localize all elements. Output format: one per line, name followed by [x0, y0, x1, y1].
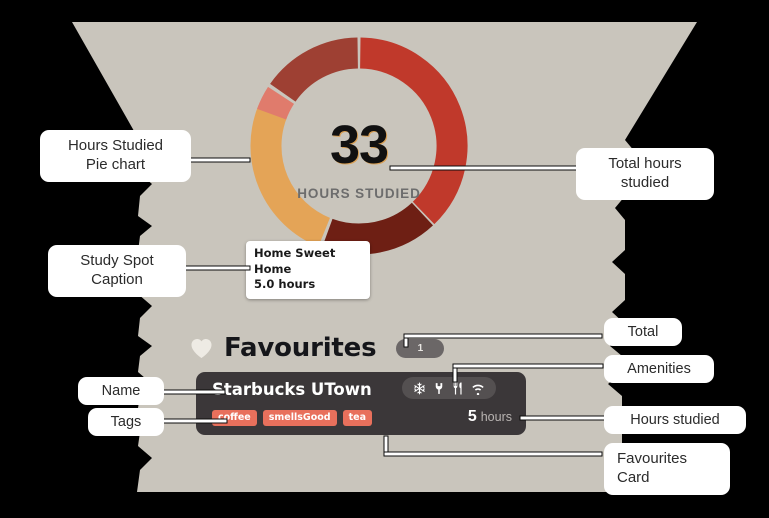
card-hours-studied: 5 hours [468, 408, 512, 426]
annotation-favourites-card: Favourites Card [604, 443, 730, 495]
tag-chip[interactable]: tea [342, 410, 372, 426]
favourite-name: Starbucks UTown [212, 380, 372, 399]
tag-chip[interactable]: coffee [212, 410, 257, 426]
wifi-icon [472, 384, 484, 395]
annotation-name: Name [78, 377, 164, 406]
favourites-header: Favourites 1 [190, 333, 445, 363]
favourites-total-badge[interactable]: 1 [396, 338, 445, 358]
donut-slice-1[interactable] [359, 37, 468, 225]
tags-list: coffee smellsGood tea [212, 410, 372, 426]
annotation-hours-studied: Hours studied [604, 406, 746, 435]
donut-slice-5[interactable] [270, 37, 359, 103]
annotation-hours-studied-pie-chart: Hours Studied Pie chart [40, 130, 191, 182]
annotation-amenities: Amenities [604, 355, 714, 384]
power-plug-icon [435, 382, 443, 394]
donut-slice-2[interactable] [321, 202, 433, 255]
favourites-card[interactable]: Starbucks UTown coffee smellsGood tea 5 … [196, 372, 526, 435]
study-spot-caption-tooltip: Home Sweet Home 5.0 hours [246, 241, 370, 299]
tooltip-spot-hours: 5.0 hours [254, 277, 316, 292]
donut-slice-4[interactable] [257, 86, 295, 120]
annotation-total: Total [604, 318, 682, 347]
tooltip-spot-name: Home Sweet Home [254, 246, 336, 276]
favourites-title: Favourites [224, 333, 377, 363]
annotated-screenshot: 33 HOURS STUDIED Home Sweet Home 5.0 hou… [0, 0, 769, 518]
snowflake-icon [414, 382, 425, 394]
annotation-total-hours-studied: Total hours studied [576, 148, 714, 200]
annotation-tags: Tags [88, 408, 164, 437]
amenities-pill[interactable] [402, 377, 496, 399]
hours-studied-donut-chart[interactable]: 33 HOURS STUDIED [245, 32, 473, 260]
donut-svg [250, 37, 468, 255]
heart-icon [191, 338, 212, 358]
annotation-study-spot-caption: Study Spot Caption [48, 245, 186, 297]
cutlery-icon [453, 382, 462, 394]
card-hours-unit: hours [480, 410, 512, 424]
donut-slice-3[interactable] [250, 105, 331, 247]
tag-chip[interactable]: smellsGood [262, 410, 337, 426]
card-hours-value: 5 [467, 408, 477, 425]
